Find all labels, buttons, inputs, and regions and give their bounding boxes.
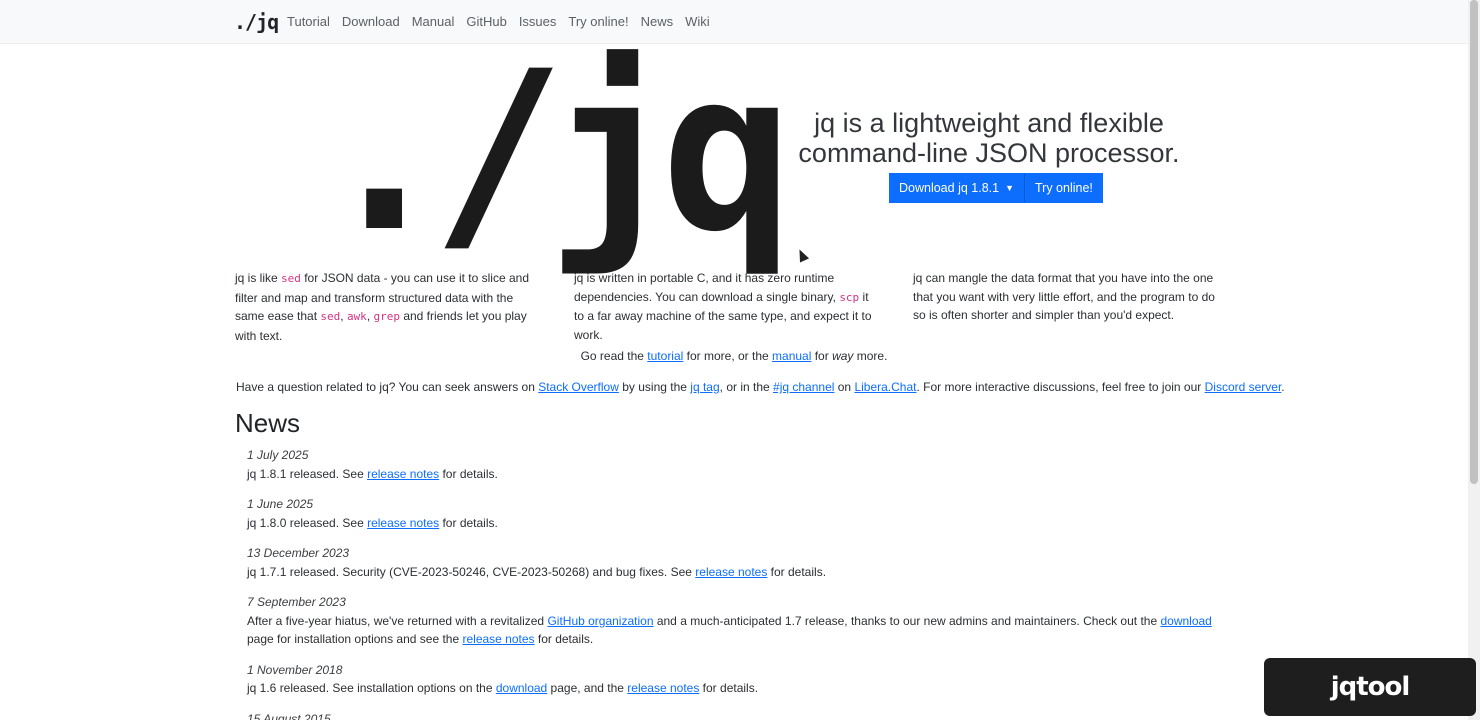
tagline: jq is a lightweight and flexible command… [780, 108, 1198, 168]
tutorial-link[interactable]: tutorial [647, 349, 683, 363]
manual-link[interactable]: manual [772, 349, 811, 363]
text: on [834, 380, 855, 394]
text: for more, or the [683, 349, 773, 363]
text: jq 1.7.1 released. Security (CVE-2023-50… [247, 564, 696, 579]
jq-channel-link[interactable]: #jq channel [773, 380, 834, 394]
news-item: 7 September 2023 After a five-year hiatu… [247, 593, 1237, 649]
release-notes-link[interactable]: release notes [462, 632, 534, 646]
news-item: 13 December 2023 jq 1.7.1 released. Secu… [247, 544, 1237, 581]
text: Have a question related to jq? You can s… [236, 380, 539, 394]
text: Go read the [580, 349, 648, 363]
feature-portable-c: jq is written in portable C, and it has … [574, 269, 879, 344]
news-item: 1 July 2025 jq 1.8.1 released. See relea… [247, 446, 1237, 483]
release-notes-link[interactable]: release notes [367, 516, 439, 530]
text: jq 1.6 released. See installation option… [247, 681, 496, 695]
text: jq 1.8.1 released. See [247, 466, 368, 481]
code-grep: grep [373, 310, 400, 323]
news-heading: News [235, 408, 301, 438]
news-body: After a five-year hiatus, we've returned… [247, 612, 1237, 649]
jq-tag-link[interactable]: jq tag [690, 380, 719, 394]
feature-text: , [340, 309, 347, 323]
text: for [811, 349, 833, 363]
code-sed: sed [281, 272, 301, 285]
feature-text: jq is written in portable C, and it has … [574, 271, 840, 304]
text: for details. [439, 515, 498, 530]
jqtool-badge[interactable]: jqtool [1264, 658, 1476, 716]
news-list: 1 July 2025 jq 1.8.1 released. See relea… [247, 446, 1237, 720]
hero-logo: ./jq [318, 24, 794, 280]
text: jq 1.8.0 released. See [247, 515, 368, 530]
text: After a five-year hiatus, we've returned… [247, 613, 548, 628]
download-link[interactable]: download [496, 681, 547, 695]
text: by using the [618, 380, 691, 394]
text: , or in the [719, 380, 774, 394]
code-scp: scp [839, 290, 860, 304]
release-notes-link[interactable]: release notes [695, 565, 767, 579]
feature-slice-filter: jq is like sed for JSON data - you can u… [235, 269, 540, 345]
news-body: jq 1.8.1 released. See release notes for… [247, 465, 1237, 484]
text: page for installation options and see th… [247, 632, 463, 646]
text: for details. [534, 632, 594, 646]
scrollbar[interactable] [1468, 0, 1480, 720]
release-notes-link[interactable]: release notes [367, 467, 439, 481]
stack-overflow-link[interactable]: Stack Overflow [538, 380, 619, 394]
tagline-line-2: command-line JSON processor. [798, 138, 1180, 168]
text: . For more interactive discussions, feel… [916, 380, 1205, 394]
text: . [1281, 380, 1285, 394]
try-online-button[interactable]: Try online! [1024, 173, 1103, 203]
github-organization-link[interactable]: GitHub organization [547, 614, 653, 628]
question-help: Have a question related to jq? You can s… [236, 380, 1285, 394]
news-date: 1 June 2025 [247, 497, 314, 511]
code-sed: sed [320, 310, 341, 323]
text: more. [853, 349, 888, 363]
news-item: 15 August 2015 [247, 710, 1237, 720]
release-notes-link[interactable]: release notes [627, 681, 699, 695]
news-date: 1 July 2025 [247, 448, 309, 462]
text: page, and the [547, 681, 628, 695]
news-date: 15 August 2015 [247, 711, 331, 720]
code-awk: awk [346, 310, 367, 323]
feature-text: jq can mangle the data format that you h… [913, 271, 1215, 322]
text: for details. [699, 681, 759, 695]
scrollbar-thumb[interactable] [1470, 0, 1478, 484]
news-body: jq 1.8.0 released. See release notes for… [247, 514, 1237, 533]
news-body: jq 1.7.1 released. Security (CVE-2023-50… [247, 563, 1237, 582]
libera-chat-link[interactable]: Libera.Chat [854, 380, 916, 394]
download-button-label: Download jq 1.8.1 [899, 181, 1000, 195]
news-date: 1 November 2018 [247, 662, 343, 677]
download-link[interactable]: download [1160, 614, 1211, 628]
news-body: jq 1.6 released. See installation option… [247, 679, 1237, 698]
text: and a much-anticipated 1.7 release, than… [653, 613, 1161, 628]
news-item: 1 June 2025 jq 1.8.0 released. See relea… [247, 495, 1237, 532]
news-item: 1 November 2018 jq 1.6 released. See ins… [247, 661, 1237, 698]
news-date: 7 September 2023 [247, 595, 346, 609]
text: for details. [767, 564, 827, 579]
download-dropdown-button[interactable]: Download jq 1.8.1 ▼ [889, 173, 1024, 203]
discord-server-link[interactable]: Discord server [1205, 380, 1282, 394]
tagline-line-1: jq is a lightweight and flexible [814, 108, 1164, 138]
brand-logo[interactable]: ./jq [234, 10, 279, 34]
read-more: Go read the tutorial for more, or the ma… [0, 349, 1468, 363]
hero-buttons: Download jq 1.8.1 ▼ Try online! [889, 173, 1103, 203]
caret-down-icon: ▼ [1005, 183, 1014, 193]
feature-text: jq is like [235, 271, 282, 285]
mouse-cursor-icon [794, 247, 810, 263]
feature-mangle-data: jq can mangle the data format that you h… [913, 269, 1218, 325]
text: for details. [439, 466, 498, 481]
news-date: 13 December 2023 [247, 546, 350, 560]
emphasis-way: way [832, 349, 854, 363]
